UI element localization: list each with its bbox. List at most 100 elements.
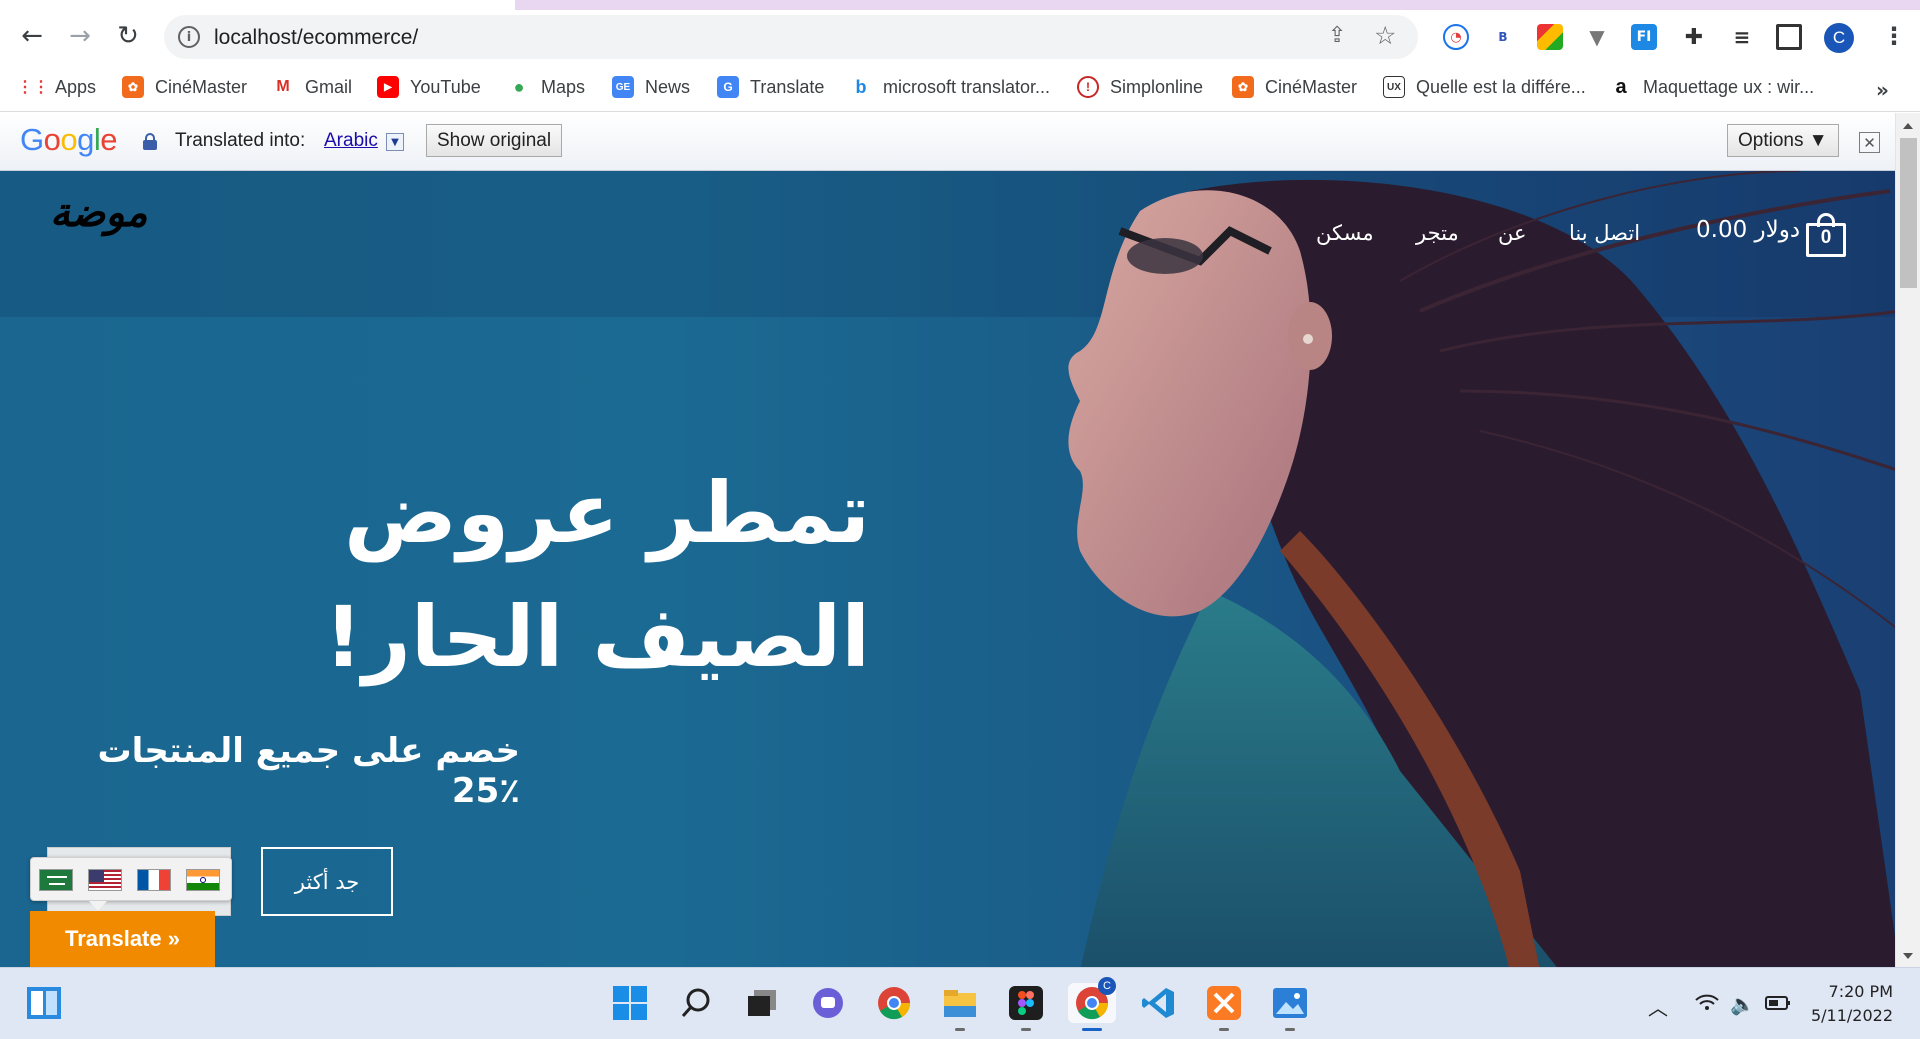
system-clock[interactable]: 7:20 PM 5/11/2022	[1803, 980, 1893, 1028]
scroll-thumb[interactable]	[1900, 138, 1917, 288]
bookmark-label: Quelle est la différe...	[1416, 76, 1586, 97]
bookmark-label: microsoft translator...	[883, 76, 1051, 97]
hero-headline: تمطر عروض الصيف الحار!	[324, 464, 870, 686]
india-flag-icon[interactable]	[186, 869, 220, 891]
translated-into-label: Translated into:	[175, 130, 306, 151]
bookmark-gmail[interactable]: M Gmail	[272, 72, 352, 102]
nav-item-about[interactable]: عن	[1498, 221, 1527, 245]
scroll-up-arrow-icon[interactable]	[1903, 123, 1913, 129]
bookmark-label: Simplonline	[1110, 76, 1204, 97]
forward-arrow-icon[interactable]: →	[62, 18, 98, 54]
tab-strip	[0, 0, 1920, 10]
cart-bag-icon[interactable]: 0	[1806, 213, 1846, 257]
nav-item-shop[interactable]: متجر	[1416, 221, 1459, 245]
bookmark-quelle-est[interactable]: UX Quelle est la différe...	[1383, 72, 1586, 102]
hero-section: موضة مسكن متجر عن اتصل بنا 0.00 دولار 0 …	[0, 171, 1895, 967]
bookmark-label: Maps	[541, 76, 586, 97]
profile-badge: C	[1098, 977, 1116, 995]
bookmark-label: Maquettage ux : wir...	[1643, 76, 1815, 97]
back-arrow-icon[interactable]: ←	[14, 18, 50, 54]
translate-button[interactable]: Translate »	[30, 911, 215, 967]
task-view-icon[interactable]	[742, 983, 782, 1023]
url-text[interactable]: localhost/ecommerce/	[214, 26, 418, 50]
side-panel-icon[interactable]	[1776, 24, 1802, 50]
file-explorer-icon[interactable]	[940, 983, 980, 1031]
battery-icon[interactable]	[1765, 992, 1791, 1016]
photos-icon[interactable]	[1270, 983, 1310, 1031]
xampp-icon[interactable]	[1204, 983, 1244, 1031]
show-original-button[interactable]: Show original	[426, 124, 563, 157]
windows-start-icon[interactable]	[610, 983, 650, 1023]
running-indicator	[1219, 1028, 1229, 1031]
extension-fi-icon[interactable]: FI	[1631, 24, 1657, 50]
saudi-arabia-flag-icon[interactable]	[39, 869, 73, 891]
widgets-icon[interactable]	[24, 983, 64, 1023]
france-flag-icon[interactable]	[137, 869, 171, 891]
bookmark-label: Apps	[55, 76, 97, 97]
bookmark-cinemaster[interactable]: ✿ CinéMaster	[122, 72, 247, 102]
page-scrollbar[interactable]	[1895, 113, 1920, 967]
bookmark-star-icon[interactable]: ☆	[1374, 21, 1396, 50]
google-translate-bar: Google Translated into: Arabic ▼ Show or…	[0, 113, 1920, 171]
extension-colorful-icon[interactable]	[1537, 24, 1563, 50]
bookmark-maps[interactable]: ● Maps	[508, 72, 585, 102]
more-bookmarks-chevron[interactable]: »	[1876, 78, 1889, 102]
profile-avatar[interactable]: C	[1824, 23, 1854, 53]
close-translate-bar-icon[interactable]: ✕	[1859, 132, 1880, 153]
figma-icon[interactable]	[1006, 983, 1046, 1031]
bookmark-label: CinéMaster	[1265, 76, 1358, 97]
bookmarks-bar: ⋮⋮ Apps ✿ CinéMaster M Gmail ▶ YouTube ● Maps…	[0, 62, 1920, 112]
site-logo[interactable]: موضة	[50, 189, 148, 236]
running-indicator	[1021, 1028, 1031, 1031]
extension-v-icon[interactable]: ▼	[1584, 24, 1610, 50]
active-tab-edge	[515, 0, 1920, 10]
target-language-link[interactable]: Arabic	[324, 130, 378, 152]
search-icon[interactable]	[676, 983, 716, 1023]
bookmark-cinemaster-2[interactable]: ✿ CinéMaster	[1232, 72, 1357, 102]
wifi-icon[interactable]	[1694, 992, 1720, 1017]
share-icon[interactable]: ⇪	[1328, 23, 1346, 48]
cart-total[interactable]: 0.00 دولار	[1696, 217, 1800, 243]
translate-icon: G	[717, 76, 739, 98]
apps-grid-icon: ⋮⋮	[17, 76, 49, 98]
volume-icon[interactable]: 🔈	[1730, 992, 1755, 1016]
cinemaster-icon: ✿	[122, 76, 144, 98]
bookmark-apps[interactable]: ⋮⋮ Apps	[17, 72, 97, 102]
address-bar[interactable]: i localhost/ecommerce/ ⇪ ☆	[164, 15, 1418, 59]
usa-flag-icon[interactable]	[88, 869, 122, 891]
extension-b-icon[interactable]: B	[1490, 24, 1516, 50]
nav-item-home[interactable]: مسكن	[1316, 221, 1374, 245]
bookmark-maquettage[interactable]: a Maquettage ux : wir...	[1610, 72, 1814, 102]
youtube-icon: ▶	[377, 76, 399, 98]
cinemaster-icon: ✿	[1232, 76, 1254, 98]
bookmark-label: News	[645, 76, 691, 97]
hero-subheadline: خصم على جميع المنتجات ٪25	[97, 731, 521, 811]
nav-item-contact[interactable]: اتصل بنا	[1569, 221, 1640, 245]
language-dropdown-icon[interactable]: ▼	[386, 133, 404, 151]
show-hidden-icons-chevron[interactable]: ︿	[1648, 992, 1668, 1021]
menu-kebab-icon[interactable]: ⋮	[1882, 22, 1906, 50]
active-indicator	[1082, 1028, 1102, 1031]
extension-icon[interactable]: ◔	[1443, 24, 1469, 50]
media-control-icon[interactable]: ≡	[1729, 24, 1755, 50]
find-more-button[interactable]: جد أكثر	[261, 847, 393, 916]
bookmark-youtube[interactable]: ▶ YouTube	[377, 72, 481, 102]
bookmark-label: Translate	[750, 76, 825, 97]
bookmark-translate[interactable]: G Translate	[717, 72, 824, 102]
google-logo: Google	[20, 122, 118, 157]
bookmark-simplonline[interactable]: ! Simplonline	[1077, 72, 1203, 102]
news-icon: GE	[612, 76, 634, 98]
amazon-icon: a	[1610, 76, 1632, 98]
reload-icon[interactable]: ↻	[110, 18, 146, 54]
chrome-profile-icon[interactable]: C	[1068, 977, 1116, 1031]
extensions-puzzle-icon[interactable]: ✚	[1681, 24, 1707, 50]
bookmark-news[interactable]: GE News	[612, 72, 690, 102]
vscode-icon[interactable]	[1138, 983, 1178, 1023]
options-button[interactable]: Options ▼	[1727, 124, 1839, 157]
bookmark-microsoft-translator[interactable]: b microsoft translator...	[850, 72, 1050, 102]
site-info-icon[interactable]: i	[178, 26, 200, 48]
teams-chat-icon[interactable]	[808, 983, 848, 1023]
chrome-icon[interactable]	[874, 983, 914, 1023]
running-indicator	[955, 1028, 965, 1031]
scroll-down-arrow-icon[interactable]	[1903, 953, 1913, 959]
